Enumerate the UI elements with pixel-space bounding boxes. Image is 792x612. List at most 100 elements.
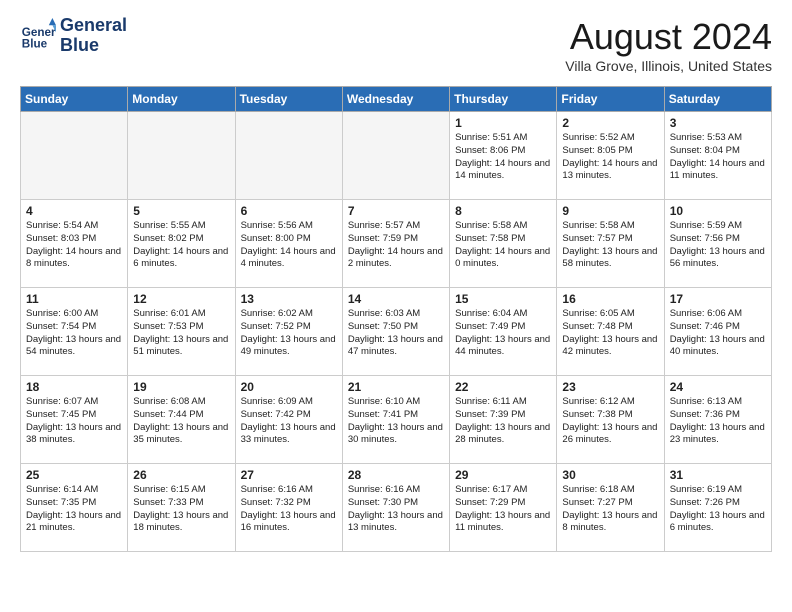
- cell-info: Sunrise: 5:51 AMSunset: 8:06 PMDaylight:…: [455, 132, 551, 183]
- header: General Blue General Blue August 2024 Vi…: [20, 16, 772, 74]
- logo-text: General Blue: [60, 16, 127, 56]
- day-number: 22: [455, 380, 551, 394]
- svg-text:Blue: Blue: [22, 37, 48, 50]
- cell-info: Sunrise: 5:52 AMSunset: 8:05 PMDaylight:…: [562, 132, 658, 183]
- day-number: 28: [348, 468, 444, 482]
- day-header-sunday: Sunday: [21, 87, 128, 112]
- cell-info: Sunrise: 6:03 AMSunset: 7:50 PMDaylight:…: [348, 308, 444, 359]
- calendar-cell: 8 Sunrise: 5:58 AMSunset: 7:58 PMDaylight…: [450, 200, 557, 288]
- day-header-saturday: Saturday: [664, 87, 771, 112]
- day-number: 10: [670, 204, 766, 218]
- cell-info: Sunrise: 5:54 AMSunset: 8:03 PMDaylight:…: [26, 220, 122, 271]
- calendar-cell: 3Sunrise: 5:53 AMSunset: 8:04 PMDaylight…: [664, 112, 771, 200]
- subtitle: Villa Grove, Illinois, United States: [565, 58, 772, 74]
- day-number: 15: [455, 292, 551, 306]
- calendar-cell: 14Sunrise: 6:03 AMSunset: 7:50 PMDayligh…: [342, 288, 449, 376]
- cell-info: Sunrise: 5:55 AMSunset: 8:02 PMDaylight:…: [133, 220, 229, 271]
- cell-info: Sunrise: 6:00 AMSunset: 7:54 PMDaylight:…: [26, 308, 122, 359]
- day-number: 27: [241, 468, 337, 482]
- cell-info: Sunrise: 6:15 AMSunset: 7:33 PMDaylight:…: [133, 484, 229, 535]
- day-number: 7: [348, 204, 444, 218]
- cell-info: Sunrise: 6:11 AMSunset: 7:39 PMDaylight:…: [455, 396, 551, 447]
- cell-info: Sunrise: 6:16 AMSunset: 7:32 PMDaylight:…: [241, 484, 337, 535]
- day-number: 30: [562, 468, 658, 482]
- day-number: 21: [348, 380, 444, 394]
- calendar-week-4: 18Sunrise: 6:07 AMSunset: 7:45 PMDayligh…: [21, 376, 772, 464]
- cell-info: Sunrise: 6:16 AMSunset: 7:30 PMDaylight:…: [348, 484, 444, 535]
- calendar-cell: 30 Sunrise: 6:18 AMSunset: 7:27 PMDayligh…: [557, 464, 664, 552]
- calendar-cell: 10 Sunrise: 5:59 AMSunset: 7:56 PMDayligh…: [664, 200, 771, 288]
- day-header-wednesday: Wednesday: [342, 87, 449, 112]
- cell-info: Sunrise: 5:58 AMSunset: 7:57 PMDaylight:…: [562, 220, 658, 271]
- calendar-cell: 21 Sunrise: 6:10 AMSunset: 7:41 PMDayligh…: [342, 376, 449, 464]
- day-number: 20: [241, 380, 337, 394]
- calendar-cell: 15 Sunrise: 6:04 AMSunset: 7:49 PMDayligh…: [450, 288, 557, 376]
- cell-info: Sunrise: 6:02 AMSunset: 7:52 PMDaylight:…: [241, 308, 337, 359]
- calendar-cell: 20 Sunrise: 6:09 AMSunset: 7:42 PMDayligh…: [235, 376, 342, 464]
- day-number: 31: [670, 468, 766, 482]
- cell-info: Sunrise: 5:57 AMSunset: 7:59 PMDaylight:…: [348, 220, 444, 271]
- day-number: 24: [670, 380, 766, 394]
- day-number: 23: [562, 380, 658, 394]
- calendar-cell: 28 Sunrise: 6:16 AMSunset: 7:30 PMDayligh…: [342, 464, 449, 552]
- day-number: 3: [670, 116, 766, 130]
- calendar-cell: 26 Sunrise: 6:15 AMSunset: 7:33 PMDayligh…: [128, 464, 235, 552]
- day-number: 25: [26, 468, 122, 482]
- calendar-cell: 2 Sunrise: 5:52 AMSunset: 8:05 PMDaylight…: [557, 112, 664, 200]
- cell-info: Sunrise: 5:58 AMSunset: 7:58 PMDaylight:…: [455, 220, 551, 271]
- calendar-cell: 1Sunrise: 5:51 AMSunset: 8:06 PMDaylight…: [450, 112, 557, 200]
- calendar-cell: 12 Sunrise: 6:01 AMSunset: 7:53 PMDayligh…: [128, 288, 235, 376]
- calendar-header-row: SundayMondayTuesdayWednesdayThursdayFrid…: [21, 87, 772, 112]
- cell-info: Sunrise: 6:05 AMSunset: 7:48 PMDaylight:…: [562, 308, 658, 359]
- calendar-cell: 4 Sunrise: 5:54 AMSunset: 8:03 PMDaylight…: [21, 200, 128, 288]
- day-number: 26: [133, 468, 229, 482]
- calendar-cell: 5Sunrise: 5:55 AMSunset: 8:02 PMDaylight…: [128, 200, 235, 288]
- calendar-cell: 19 Sunrise: 6:08 AMSunset: 7:44 PMDayligh…: [128, 376, 235, 464]
- logo-line1: General: [60, 16, 127, 36]
- month-title: August 2024: [565, 16, 772, 58]
- logo-icon: General Blue: [20, 18, 56, 54]
- calendar-cell: 25 Sunrise: 6:14 AMSunset: 7:35 PMDayligh…: [21, 464, 128, 552]
- day-header-thursday: Thursday: [450, 87, 557, 112]
- calendar-cell: 18Sunrise: 6:07 AMSunset: 7:45 PMDayligh…: [21, 376, 128, 464]
- calendar-cell: 6 Sunrise: 5:56 AMSunset: 8:00 PMDaylight…: [235, 200, 342, 288]
- calendar-cell: 31Sunrise: 6:19 AMSunset: 7:26 PMDayligh…: [664, 464, 771, 552]
- day-number: 16: [562, 292, 658, 306]
- day-number: 9: [562, 204, 658, 218]
- day-number: 8: [455, 204, 551, 218]
- cell-info: Sunrise: 6:01 AMSunset: 7:53 PMDaylight:…: [133, 308, 229, 359]
- cell-info: Sunrise: 6:18 AMSunset: 7:27 PMDaylight:…: [562, 484, 658, 535]
- cell-info: Sunrise: 6:10 AMSunset: 7:41 PMDaylight:…: [348, 396, 444, 447]
- cell-info: Sunrise: 6:09 AMSunset: 7:42 PMDaylight:…: [241, 396, 337, 447]
- calendar-cell: 29Sunrise: 6:17 AMSunset: 7:29 PMDayligh…: [450, 464, 557, 552]
- day-number: 11: [26, 292, 122, 306]
- day-number: 12: [133, 292, 229, 306]
- day-number: 17: [670, 292, 766, 306]
- cell-info: Sunrise: 6:14 AMSunset: 7:35 PMDaylight:…: [26, 484, 122, 535]
- cell-info: Sunrise: 6:04 AMSunset: 7:49 PMDaylight:…: [455, 308, 551, 359]
- day-number: 13: [241, 292, 337, 306]
- calendar-cell: 24Sunrise: 6:13 AMSunset: 7:36 PMDayligh…: [664, 376, 771, 464]
- calendar-week-2: 4 Sunrise: 5:54 AMSunset: 8:03 PMDaylight…: [21, 200, 772, 288]
- calendar-cell: 22 Sunrise: 6:11 AMSunset: 7:39 PMDayligh…: [450, 376, 557, 464]
- calendar-week-3: 11 Sunrise: 6:00 AMSunset: 7:54 PMDayligh…: [21, 288, 772, 376]
- calendar-cell: 23 Sunrise: 6:12 AMSunset: 7:38 PMDayligh…: [557, 376, 664, 464]
- cell-info: Sunrise: 5:59 AMSunset: 7:56 PMDaylight:…: [670, 220, 766, 271]
- day-number: 19: [133, 380, 229, 394]
- calendar-cell: 9 Sunrise: 5:58 AMSunset: 7:57 PMDaylight…: [557, 200, 664, 288]
- cell-info: Sunrise: 5:56 AMSunset: 8:00 PMDaylight:…: [241, 220, 337, 271]
- day-number: 6: [241, 204, 337, 218]
- calendar-cell: [21, 112, 128, 200]
- day-header-friday: Friday: [557, 87, 664, 112]
- day-number: 18: [26, 380, 122, 394]
- day-number: 4: [26, 204, 122, 218]
- cell-info: Sunrise: 6:12 AMSunset: 7:38 PMDaylight:…: [562, 396, 658, 447]
- day-number: 2: [562, 116, 658, 130]
- calendar-cell: [128, 112, 235, 200]
- cell-info: Sunrise: 6:17 AMSunset: 7:29 PMDaylight:…: [455, 484, 551, 535]
- cell-info: Sunrise: 6:08 AMSunset: 7:44 PMDaylight:…: [133, 396, 229, 447]
- calendar-cell: 11 Sunrise: 6:00 AMSunset: 7:54 PMDayligh…: [21, 288, 128, 376]
- calendar-cell: 16 Sunrise: 6:05 AMSunset: 7:48 PMDayligh…: [557, 288, 664, 376]
- calendar: SundayMondayTuesdayWednesdayThursdayFrid…: [20, 86, 772, 552]
- calendar-cell: 13 Sunrise: 6:02 AMSunset: 7:52 PMDayligh…: [235, 288, 342, 376]
